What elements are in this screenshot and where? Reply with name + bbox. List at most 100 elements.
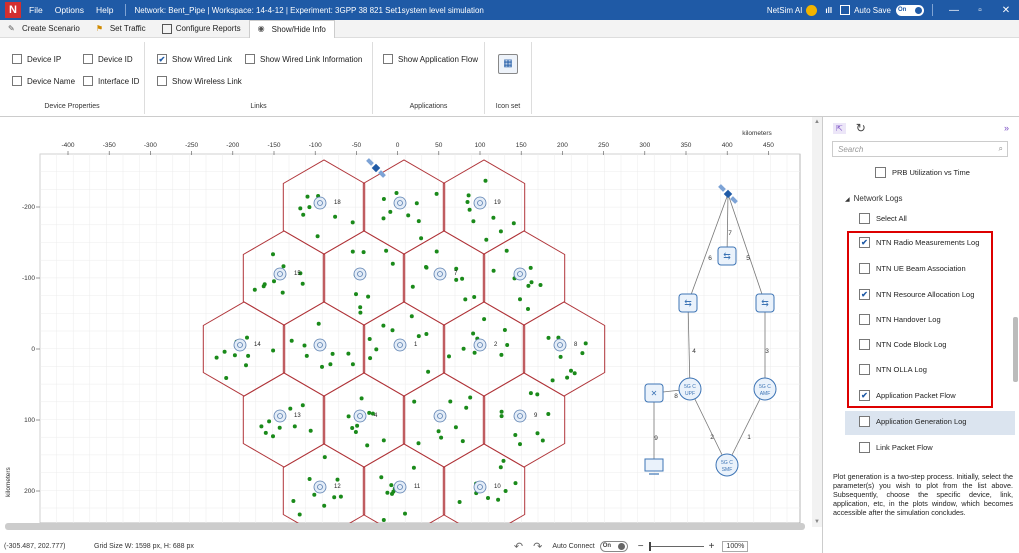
show-wired-link-checkbox[interactable]: ✔ Show Wired Link <box>157 54 232 64</box>
log-item[interactable]: ✔ Application Packet Flow <box>859 390 956 401</box>
ue-node[interactable] <box>486 496 490 500</box>
log-item[interactable]: Link Packet Flow <box>859 442 933 453</box>
ue-node[interactable] <box>277 425 282 430</box>
ue-node[interactable] <box>346 351 351 356</box>
log-item[interactable]: ✔ NTN Resource Allocation Log <box>859 289 974 300</box>
ue-node[interactable] <box>465 200 470 204</box>
gnb-icon[interactable] <box>473 480 487 494</box>
ue-node[interactable] <box>361 250 366 255</box>
canvas-vertical-scrollbar[interactable]: ▲ ▼ <box>812 117 822 527</box>
ue-node[interactable] <box>322 503 327 508</box>
ue-node[interactable] <box>558 354 563 359</box>
menu-file[interactable]: File <box>29 5 43 15</box>
search-icon[interactable]: ⌕ <box>999 144 1003 154</box>
ue-node[interactable] <box>406 213 411 218</box>
ue-node[interactable] <box>330 351 335 356</box>
ue-node[interactable] <box>381 518 386 522</box>
ue-node[interactable] <box>464 405 469 410</box>
ue-node[interactable] <box>358 310 363 315</box>
checkbox-box[interactable]: ✔ <box>859 289 870 300</box>
checkbox-box[interactable] <box>157 76 167 86</box>
gnb-icon[interactable] <box>353 267 367 281</box>
ue-node[interactable] <box>244 363 248 368</box>
ue-node[interactable] <box>214 355 219 360</box>
checkbox-box[interactable] <box>83 76 93 86</box>
ue-node[interactable] <box>467 207 472 212</box>
show-wired-link-info-checkbox[interactable]: Show Wired Link Information <box>245 54 362 64</box>
ue-node[interactable] <box>526 307 530 311</box>
ue-node[interactable] <box>454 277 459 282</box>
interface-id-checkbox[interactable]: Interface ID <box>83 76 139 86</box>
ue-node[interactable] <box>518 297 522 302</box>
checkbox-box[interactable] <box>12 76 22 86</box>
redo-icon[interactable]: ↷ <box>533 540 542 553</box>
gnb-icon[interactable] <box>353 409 367 423</box>
ue-node[interactable] <box>355 423 360 428</box>
ue-node[interactable] <box>302 343 307 348</box>
ue-node[interactable] <box>461 346 466 351</box>
ue-node[interactable] <box>505 343 510 347</box>
ue-node[interactable] <box>333 214 338 219</box>
ue-node[interactable] <box>367 337 372 341</box>
ue-node[interactable] <box>535 392 540 397</box>
ue-node[interactable] <box>301 212 306 217</box>
menu-options[interactable]: Options <box>55 5 84 15</box>
ue-node[interactable] <box>346 414 351 419</box>
ue-node[interactable] <box>580 351 585 356</box>
ue-node[interactable] <box>513 481 518 486</box>
tab-set-traffic[interactable]: ⚑ Set Traffic <box>88 20 154 38</box>
ue-node[interactable] <box>436 429 441 434</box>
ue-node[interactable] <box>434 191 439 196</box>
ue-node[interactable] <box>280 290 285 295</box>
panel-scrollbar[interactable] <box>1013 317 1018 382</box>
ue-node[interactable] <box>491 268 496 273</box>
ue-node[interactable] <box>328 362 333 367</box>
ue-node[interactable] <box>262 282 267 287</box>
gnb-icon[interactable] <box>313 480 327 494</box>
ue-node[interactable] <box>252 287 257 292</box>
gnb-icon[interactable] <box>273 267 287 281</box>
auto-connect-toggle[interactable]: On <box>599 540 628 552</box>
ue-node[interactable] <box>298 206 303 211</box>
log-item[interactable]: Application Generation Log <box>859 416 966 427</box>
ue-node[interactable] <box>374 347 379 352</box>
ue-node[interactable] <box>289 338 294 343</box>
zoom-level[interactable]: 100% <box>722 540 749 552</box>
ue-node[interactable] <box>457 500 462 504</box>
ue-node[interactable] <box>513 433 518 437</box>
gnb-icon[interactable] <box>393 338 407 352</box>
panel-search-input[interactable]: Search ⌕ <box>832 141 1008 157</box>
undo-icon[interactable]: ↶ <box>514 540 523 553</box>
collapse-icon[interactable]: ⇱ <box>833 122 846 134</box>
checkbox-box[interactable] <box>859 339 870 350</box>
ue-node[interactable] <box>447 354 451 359</box>
checkbox-box[interactable] <box>383 54 393 64</box>
ue-node[interactable] <box>529 280 534 285</box>
ue-node[interactable] <box>572 371 577 376</box>
ue-node[interactable] <box>412 399 417 404</box>
gnb-icon[interactable] <box>553 338 567 352</box>
zoom-out-button[interactable]: − <box>638 541 644 552</box>
checkbox-box[interactable] <box>859 442 870 453</box>
ue-node[interactable] <box>292 424 297 429</box>
checkbox-box[interactable]: ✔ <box>157 54 167 64</box>
ue-node[interactable] <box>550 378 555 383</box>
show-wireless-link-checkbox[interactable]: Show Wireless Link <box>157 76 242 86</box>
ue-node[interactable] <box>414 201 419 206</box>
ue-node[interactable] <box>350 249 355 254</box>
checkbox-box[interactable] <box>859 213 870 224</box>
log-item[interactable]: NTN Handover Log <box>859 314 941 325</box>
checkbox-box[interactable]: ✔ <box>859 237 870 248</box>
checkbox-box[interactable] <box>245 54 255 64</box>
ue-node[interactable] <box>403 511 407 516</box>
gnb-icon[interactable] <box>393 196 407 210</box>
maximize-button[interactable]: ▫ <box>967 5 993 16</box>
ue-node[interactable] <box>411 465 416 470</box>
ue-node[interactable] <box>389 483 394 488</box>
minimize-button[interactable]: — <box>941 5 967 16</box>
ue-node[interactable] <box>482 317 487 322</box>
ue-node[interactable] <box>338 494 343 499</box>
ue-node[interactable] <box>335 477 340 482</box>
ue-node[interactable] <box>498 229 503 234</box>
ue-node[interactable] <box>502 328 507 332</box>
